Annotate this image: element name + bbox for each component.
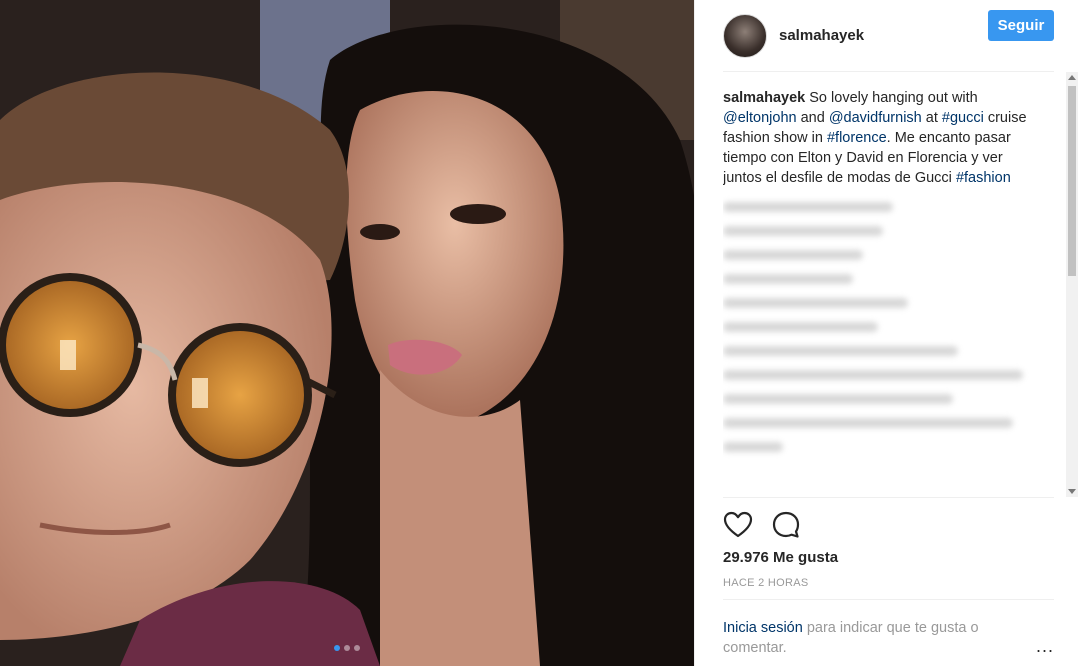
follow-button[interactable]: Seguir xyxy=(988,10,1054,41)
comments-scrollbar[interactable] xyxy=(1066,72,1078,497)
comment-icon[interactable] xyxy=(771,510,801,540)
action-icons xyxy=(723,510,819,540)
login-text: Inicia sesión para indicar que te gusta … xyxy=(723,618,1023,658)
username[interactable]: salmahayek xyxy=(779,27,864,44)
post-timestamp[interactable]: HACE 2 HORAS xyxy=(723,577,809,589)
scrollbar-thumb[interactable] xyxy=(1068,86,1076,276)
post-actions: 29.976 Me gusta HACE 2 HORAS xyxy=(723,497,1054,601)
post-photo[interactable] xyxy=(0,0,694,666)
carousel-indicator xyxy=(0,638,694,656)
caption-text: at xyxy=(921,110,942,126)
carousel-dot[interactable] xyxy=(344,645,350,651)
avatar[interactable] xyxy=(723,13,767,58)
scroll-up-icon[interactable] xyxy=(1068,75,1076,80)
carousel-dot[interactable] xyxy=(354,645,360,651)
photo-illustration xyxy=(0,0,694,666)
caption-text: and xyxy=(796,110,829,126)
carousel-dot[interactable] xyxy=(334,645,340,651)
scroll-down-icon[interactable] xyxy=(1068,489,1076,494)
caption-tag-link[interactable]: @davidfurnish xyxy=(829,110,922,126)
caption-text: So lovely hanging out with xyxy=(805,90,978,106)
caption-tag-link[interactable]: #fashion xyxy=(956,170,1011,186)
login-prompt: Inicia sesión para indicar que te gusta … xyxy=(723,599,1054,667)
blurred-comments xyxy=(723,202,1043,452)
heart-icon[interactable] xyxy=(723,510,753,540)
caption-tag-link[interactable]: #florence xyxy=(827,130,887,146)
caption-tag-link[interactable]: #gucci xyxy=(942,110,984,126)
caption-username[interactable]: salmahayek xyxy=(723,90,805,106)
post-sidebar: salmahayek Seguir salmahayek So lovely h… xyxy=(694,0,1081,666)
caption-tag-link[interactable]: @eltonjohn xyxy=(723,110,797,126)
comments-area[interactable]: salmahayek So lovely hanging out with @e… xyxy=(723,72,1066,497)
more-options-icon[interactable]: ... xyxy=(1036,636,1054,657)
post-header: salmahayek Seguir xyxy=(723,0,1054,72)
login-link[interactable]: Inicia sesión xyxy=(723,620,803,636)
like-count[interactable]: 29.976 Me gusta xyxy=(723,549,838,566)
caption: salmahayek So lovely hanging out with @e… xyxy=(723,88,1043,188)
